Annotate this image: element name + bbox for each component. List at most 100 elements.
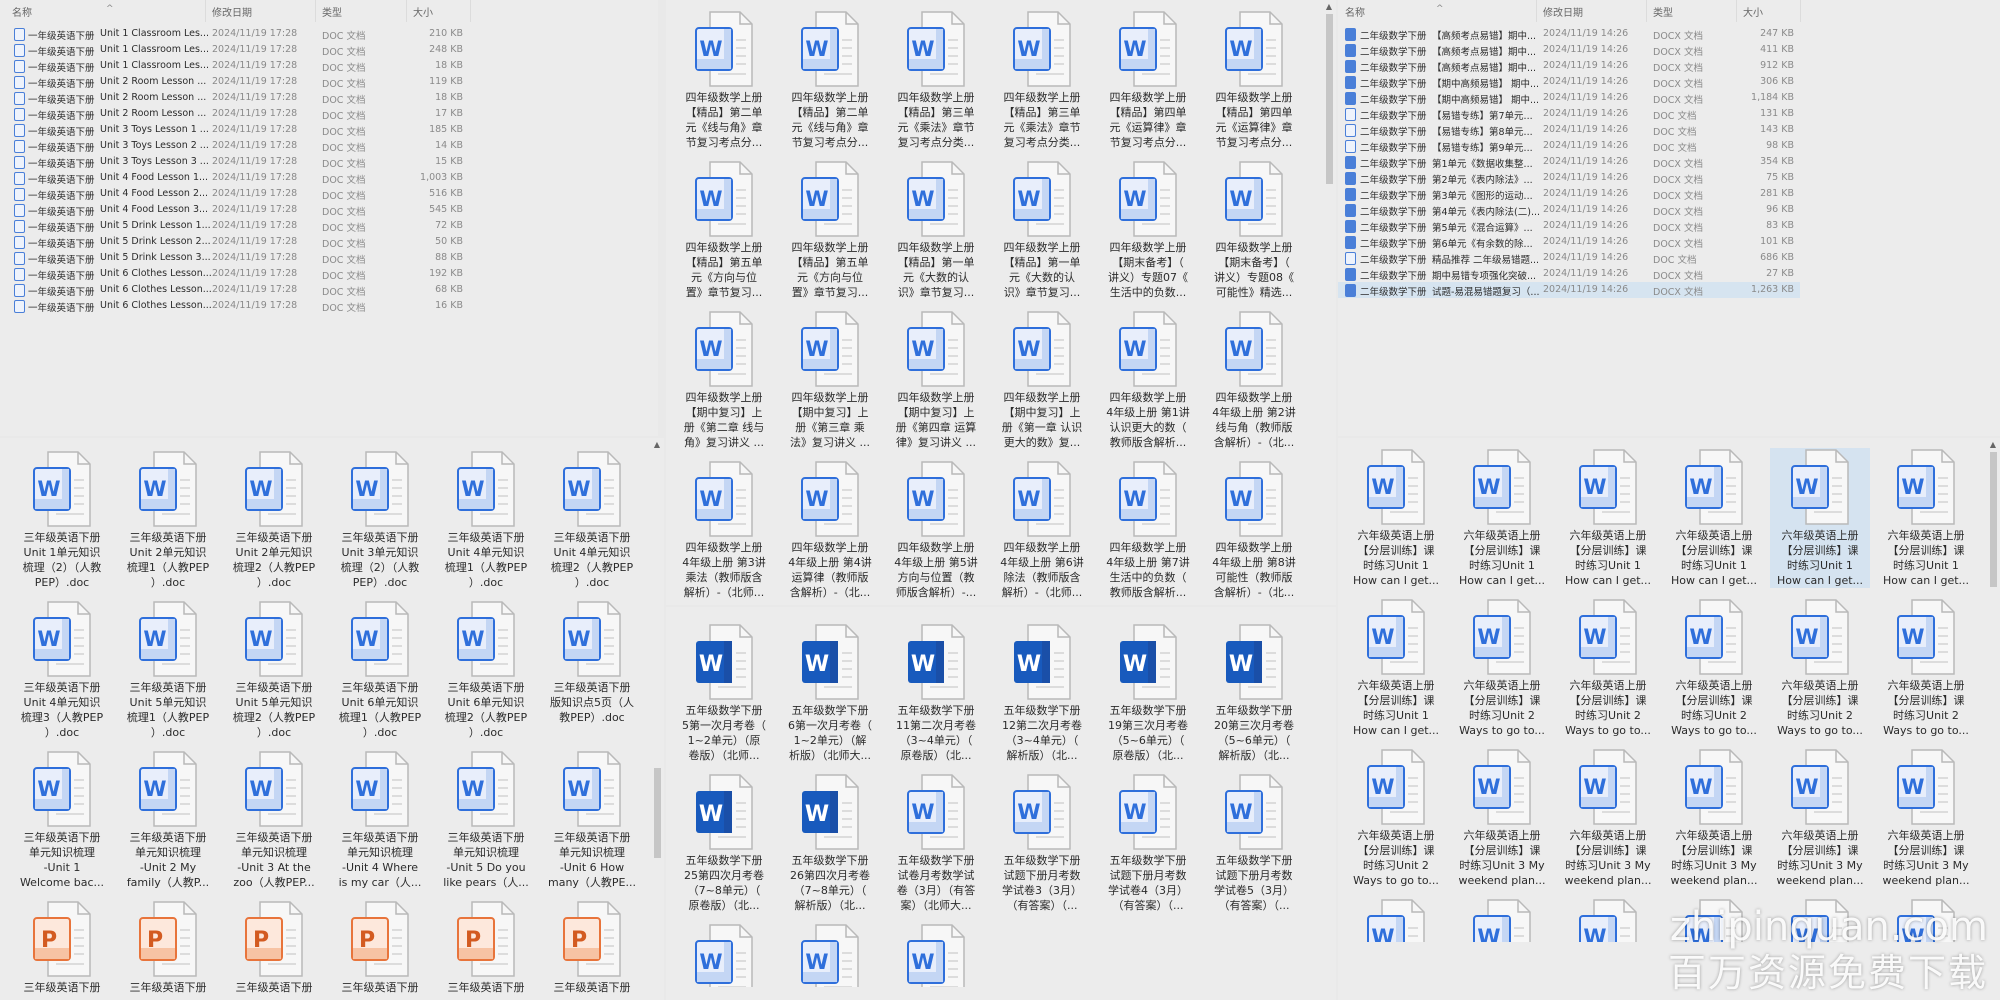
file-row[interactable]: 二年级数学下册 【期中高频易错】 期中... 2024/11/19 14:26 DOC… bbox=[1338, 74, 1800, 90]
file-item[interactable]: W 六年级英语上册 【分层训练】课 时练习Unit 2 Ways to go to… bbox=[1770, 598, 1870, 738]
file-item[interactable]: W 六年级英语上册 【分层训练】课 时练习Unit 1 How can I get… bbox=[1770, 448, 1870, 588]
file-item[interactable]: W 四年级数学上册 【期末备考】（ 讲义）专题07《 生活中的负数... bbox=[1098, 160, 1198, 300]
file-item[interactable]: W bbox=[780, 923, 880, 987]
vertical-scrollbar[interactable]: ▲ bbox=[1324, 0, 1334, 605]
file-item[interactable]: W 三年级英语下册 单元知识梳理 -Unit 2 My family（人教P... bbox=[118, 750, 218, 890]
file-item[interactable]: P 三年级英语下册 bbox=[12, 900, 112, 995]
file-item[interactable]: W 三年级英语下册 版知识点5页（人 教PEP）.doc bbox=[542, 600, 642, 725]
file-row[interactable]: 一年级英语下册 Unit 5 Drink Lesson 3... 2024/11/1… bbox=[0, 250, 470, 266]
file-item[interactable]: W 六年级英语上册 【分层训练】课 时练习Unit 3 My weekend pl… bbox=[1770, 748, 1870, 888]
file-item[interactable]: W bbox=[1558, 898, 1658, 942]
column-type[interactable]: 类型 bbox=[322, 4, 342, 19]
file-item[interactable]: W 四年级数学上册 【精品】第四单 元《运算律》章 节复习考点分... bbox=[1098, 10, 1198, 150]
column-divider[interactable] bbox=[1736, 0, 1737, 22]
file-row[interactable]: 一年级英语下册 Unit 5 Drink Lesson 2... 2024/11/1… bbox=[0, 234, 470, 250]
file-row[interactable]: 一年级英语下册 Unit 1 Classroom Les... 2024/11/19… bbox=[0, 42, 470, 58]
file-item[interactable]: W 四年级数学上册 4年级上册 第2讲 线与角（教师版 含解析）-（北... bbox=[1204, 310, 1304, 450]
file-row[interactable]: 一年级英语下册 Unit 1 Classroom Les... 2024/11/19… bbox=[0, 26, 470, 42]
file-item[interactable]: W 四年级数学上册 【期中复习】上 册《第一章 认识 更大的数》复... bbox=[992, 310, 1092, 450]
file-item[interactable]: W 四年级数学上册 【精品】第三单 元《乘法》章节 复习考点分类... bbox=[886, 10, 986, 150]
file-item[interactable]: W 四年级数学上册 【精品】第五单 元《方向与位 置》章节复习... bbox=[674, 160, 774, 300]
file-item[interactable]: W 四年级数学上册 4年级上册 第8讲 可能性（教师版 含解析）-（北... bbox=[1204, 460, 1304, 600]
column-name[interactable]: 名称 bbox=[12, 4, 32, 19]
column-divider[interactable] bbox=[470, 0, 471, 22]
file-row[interactable]: 二年级数学下册 第3单元《图形的运动... 2024/11/19 14:26 DOCX… bbox=[1338, 186, 1800, 202]
column-date[interactable]: 修改日期 bbox=[1543, 4, 1583, 19]
file-item[interactable]: P 三年级英语下册 bbox=[436, 900, 536, 995]
file-item[interactable]: W 三年级英语下册 Unit 4单元知识 梳理2（人教PEP ）.doc bbox=[542, 450, 642, 590]
file-row[interactable]: 一年级英语下册 Unit 4 Food Lesson 1... 2024/11/19… bbox=[0, 170, 470, 186]
file-item[interactable]: W 六年级英语上册 【分层训练】课 时练习Unit 2 Ways to go to… bbox=[1346, 748, 1446, 888]
file-row[interactable]: 一年级英语下册 Unit 6 Clothes Lesson... 2024/11/1… bbox=[0, 282, 470, 298]
file-item[interactable]: W 四年级数学上册 【期中复习】上 册《第二章 线与 角》复习讲义 ... bbox=[674, 310, 774, 450]
file-item[interactable]: W 三年级英语下册 Unit 2单元知识 梳理1（人教PEP ）.doc bbox=[118, 450, 218, 590]
file-item[interactable]: P 三年级英语下册 bbox=[330, 900, 430, 995]
file-item[interactable]: W 六年级英语上册 【分层训练】课 时练习Unit 1 How can I get… bbox=[1346, 448, 1446, 588]
scrollbar-thumb[interactable] bbox=[654, 768, 661, 858]
file-item[interactable]: W 四年级数学上册 4年级上册 第4讲 运算律（教师版 含解析）-（北... bbox=[780, 460, 880, 600]
file-item[interactable]: W 五年级数学下册 6第一次月考卷（ 1~2单元）（解 析版）（北师大... bbox=[780, 623, 880, 763]
file-item[interactable]: W 五年级数学下册 试题下册月考数 学试卷3（3月） （有答案）（... bbox=[992, 773, 1092, 913]
file-item[interactable]: W 五年级数学下册 试题下册月考数 学试卷4（3月） （有答案）（... bbox=[1098, 773, 1198, 913]
file-item[interactable]: W 三年级英语下册 单元知识梳理 -Unit 5 Do you like pear… bbox=[436, 750, 536, 890]
column-divider[interactable] bbox=[315, 0, 316, 22]
file-row[interactable]: 一年级英语下册 Unit 3 Toys Lesson 1 ... 2024/11/1… bbox=[0, 122, 470, 138]
file-row[interactable]: 一年级英语下册 Unit 2 Room Lesson ... 2024/11/19 … bbox=[0, 90, 470, 106]
scroll-up-icon[interactable]: ▲ bbox=[1988, 440, 1998, 449]
scrollbar-thumb[interactable] bbox=[1326, 14, 1333, 184]
file-item[interactable]: W 三年级英语下册 Unit 6单元知识 梳理1（人教PEP ）.doc bbox=[330, 600, 430, 740]
file-row[interactable]: 二年级数学下册 第4单元《表内除法(二)... 2024/11/19 14:26 DO… bbox=[1338, 202, 1800, 218]
file-item[interactable]: W 五年级数学下册 20第三次月考卷 （5~6单元）（ 解析版）（北... bbox=[1204, 623, 1304, 763]
file-item[interactable]: W 四年级数学上册 4年级上册 第1讲 认识更大的数（ 教师版含解析... bbox=[1098, 310, 1198, 450]
file-item[interactable]: W 五年级数学下册 25第四次月考卷 （7~8单元）（ 原卷版）（北... bbox=[674, 773, 774, 913]
file-item[interactable]: W 三年级英语下册 Unit 6单元知识 梳理2（人教PEP ）.doc bbox=[436, 600, 536, 740]
file-item[interactable]: W 六年级英语上册 【分层训练】课 时练习Unit 2 Ways to go to… bbox=[1876, 598, 1976, 738]
file-row[interactable]: 一年级英语下册 Unit 6 Clothes Lesson... 2024/11/1… bbox=[0, 298, 470, 314]
file-item[interactable]: W 三年级英语下册 单元知识梳理 -Unit 1 Welcome bac... bbox=[12, 750, 112, 890]
file-item[interactable]: W 六年级英语上册 【分层训练】课 时练习Unit 3 My weekend pl… bbox=[1664, 748, 1764, 888]
file-item[interactable]: W 六年级英语上册 【分层训练】课 时练习Unit 1 How can I get… bbox=[1558, 448, 1658, 588]
column-date[interactable]: 修改日期 bbox=[212, 4, 252, 19]
file-item[interactable]: W 四年级数学上册 【期末备考】（ 讲义）专题08《 可能性》精选... bbox=[1204, 160, 1304, 300]
file-item[interactable]: W 四年级数学上册 【期中复习】上 册《第三章 乘 法》复习讲义 ... bbox=[780, 310, 880, 450]
file-item[interactable]: W 六年级英语上册 【分层训练】课 时练习Unit 3 My weekend pl… bbox=[1452, 748, 1552, 888]
file-row[interactable]: 二年级数学下册 试题-易混易错题复习（... 2024/11/19 14:26 DOC… bbox=[1338, 282, 1800, 298]
file-item[interactable]: W 三年级英语下册 Unit 5单元知识 梳理2（人教PEP ）.doc bbox=[224, 600, 324, 740]
file-row[interactable]: 二年级数学下册 【易错专练】第7单元... 2024/11/19 14:26 DOC … bbox=[1338, 106, 1800, 122]
file-item[interactable]: W 四年级数学上册 4年级上册 第6讲 除法（教师版含 解析）-（北师... bbox=[992, 460, 1092, 600]
file-item[interactable]: W 四年级数学上册 【精品】第二单 元《线与角》章 节复习考点分... bbox=[674, 10, 774, 150]
column-divider[interactable] bbox=[1536, 0, 1537, 22]
file-item[interactable]: W 五年级数学下册 试题下册月考数 学试卷5（3月） （有答案）（... bbox=[1204, 773, 1304, 913]
file-item[interactable]: W 四年级数学上册 【期中复习】上 册《第四章 运算 律》复习讲义 ... bbox=[886, 310, 986, 450]
file-row[interactable]: 二年级数学下册 【高频考点易错】期中... 2024/11/19 14:26 DOCX… bbox=[1338, 42, 1800, 58]
file-item[interactable]: W 六年级英语上册 【分层训练】课 时练习Unit 1 How can I get… bbox=[1346, 598, 1446, 738]
column-divider[interactable] bbox=[205, 0, 206, 22]
file-row[interactable]: 二年级数学下册 【期中高频易错】 期中... 2024/11/19 14:26 DOC… bbox=[1338, 90, 1800, 106]
file-item[interactable]: W 五年级数学下册 12第二次月考卷 （3~4单元）（ 解析版）（北... bbox=[992, 623, 1092, 763]
file-row[interactable]: 二年级数学下册 精品推荐 二年级易错题... 2024/11/19 14:26 DOC… bbox=[1338, 250, 1800, 266]
file-item[interactable]: W 六年级英语上册 【分层训练】课 时练习Unit 2 Ways to go to… bbox=[1664, 598, 1764, 738]
file-item[interactable]: W 三年级英语下册 Unit 4单元知识 梳理3（人教PEP ）.doc bbox=[12, 600, 112, 740]
vertical-scrollbar[interactable]: ▲ bbox=[652, 438, 662, 1000]
scroll-up-icon[interactable]: ▲ bbox=[652, 440, 662, 449]
file-item[interactable]: W 三年级英语下册 单元知识梳理 -Unit 4 Where is my car（… bbox=[330, 750, 430, 890]
file-row[interactable]: 一年级英语下册 Unit 4 Food Lesson 3... 2024/11/19… bbox=[0, 202, 470, 218]
file-item[interactable]: W 五年级数学下册 11第二次月考卷 （3~4单元）（ 原卷版）（北... bbox=[886, 623, 986, 763]
file-item[interactable]: W 三年级英语下册 Unit 2单元知识 梳理2（人教PEP ）.doc bbox=[224, 450, 324, 590]
scroll-up-icon[interactable]: ▲ bbox=[1324, 2, 1334, 11]
file-item[interactable]: W 三年级英语下册 Unit 3单元知识 梳理（2）（人教 PEP）.doc bbox=[330, 450, 430, 590]
file-item[interactable]: W 四年级数学上册 4年级上册 第7讲 生活中的负数（ 教师版含解析... bbox=[1098, 460, 1198, 600]
column-size[interactable]: 大小 bbox=[413, 4, 433, 19]
file-item[interactable]: W 四年级数学上册 4年级上册 第3讲 乘法（教师版含 解析）-（北师... bbox=[674, 460, 774, 600]
file-item[interactable]: W 四年级数学上册 4年级上册 第5讲 方向与位置（教 师版含解析）-... bbox=[886, 460, 986, 600]
file-row[interactable]: 二年级数学下册 第5单元《混合运算》... 2024/11/19 14:26 DOCX… bbox=[1338, 218, 1800, 234]
file-item[interactable]: W 六年级英语上册 【分层训练】课 时练习Unit 1 How can I get… bbox=[1452, 448, 1552, 588]
file-item[interactable]: W 四年级数学上册 【精品】第二单 元《线与角》章 节复习考点分... bbox=[780, 10, 880, 150]
file-row[interactable]: 二年级数学下册 【高频考点易错】期中... 2024/11/19 14:26 DOCX… bbox=[1338, 58, 1800, 74]
file-item[interactable]: W 三年级英语下册 单元知识梳理 -Unit 3 At the zoo（人教PEP… bbox=[224, 750, 324, 890]
file-item[interactable]: W 三年级英语下册 Unit 4单元知识 梳理1（人教PEP ）.doc bbox=[436, 450, 536, 590]
file-item[interactable]: P 三年级英语下册 bbox=[224, 900, 324, 995]
file-item[interactable]: W 四年级数学上册 【精品】第一单 元《大数的认 识》章节复习... bbox=[992, 160, 1092, 300]
column-divider[interactable] bbox=[1646, 0, 1647, 22]
vertical-scrollbar[interactable]: ▲ bbox=[1988, 438, 1998, 1000]
